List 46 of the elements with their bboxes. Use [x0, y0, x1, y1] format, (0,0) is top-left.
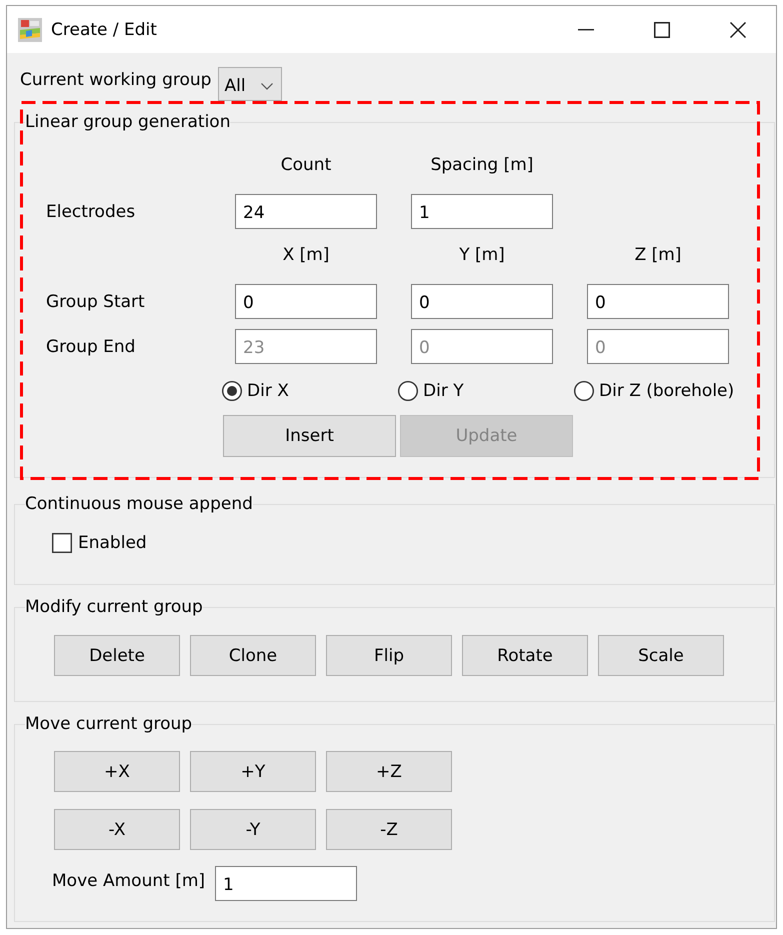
- column-header: Y [m]: [459, 245, 505, 265]
- group-title: Linear group generation: [25, 111, 230, 133]
- column-header: X [m]: [282, 245, 330, 265]
- column-header: Count: [280, 155, 332, 175]
- group-title: Continuous mouse append: [25, 493, 253, 515]
- row-label: Group End: [46, 336, 136, 356]
- number-field[interactable]: 0: [587, 284, 729, 319]
- action-button[interactable]: Clone: [190, 635, 316, 676]
- action-button[interactable]: Scale: [598, 635, 724, 676]
- action-button[interactable]: Delete: [54, 635, 180, 676]
- row-label: Electrodes: [46, 202, 136, 222]
- field-label: Move Amount [m]: [52, 870, 206, 890]
- number-field[interactable]: 0: [235, 284, 377, 319]
- close-icon: [730, 22, 746, 38]
- checkbox[interactable]: [52, 533, 72, 553]
- checkbox-label: Enabled: [78, 533, 147, 553]
- move-button[interactable]: +X: [54, 751, 180, 792]
- radio-label: Dir Y: [423, 381, 464, 401]
- column-header: Z [m]: [634, 245, 682, 265]
- number-field[interactable]: 0: [411, 284, 553, 319]
- move-button[interactable]: +Z: [326, 751, 452, 792]
- move-button[interactable]: +Y: [190, 751, 316, 792]
- window-title: Create / Edit: [51, 18, 157, 40]
- number-field[interactable]: 1: [215, 866, 357, 901]
- move-button[interactable]: -Z: [326, 809, 452, 850]
- radio-label: Dir X: [247, 381, 289, 401]
- number-field[interactable]: 24: [235, 194, 377, 229]
- row-label: Group Start: [46, 292, 146, 312]
- action-button[interactable]: Insert: [223, 415, 396, 457]
- move-button[interactable]: -Y: [190, 809, 316, 850]
- radio-button[interactable]: [398, 381, 418, 401]
- radio-label: Dir Z (borehole): [599, 381, 734, 401]
- group-dropdown[interactable]: All: [218, 67, 282, 101]
- app-icon: [18, 18, 42, 42]
- column-header: Spacing [m]: [430, 155, 534, 175]
- radio-button[interactable]: [222, 381, 242, 401]
- move-button[interactable]: -X: [54, 809, 180, 850]
- group-title: Modify current group: [25, 596, 203, 618]
- radio-button[interactable]: [574, 381, 594, 401]
- minimize-icon: [578, 28, 594, 30]
- action-button[interactable]: Rotate: [462, 635, 588, 676]
- chevron-down-icon: [261, 82, 274, 90]
- number-field[interactable]: 1: [411, 194, 553, 229]
- working-group-label: Current working group: [20, 70, 212, 90]
- maximize-icon: [654, 22, 670, 38]
- action-button[interactable]: Flip: [326, 635, 452, 676]
